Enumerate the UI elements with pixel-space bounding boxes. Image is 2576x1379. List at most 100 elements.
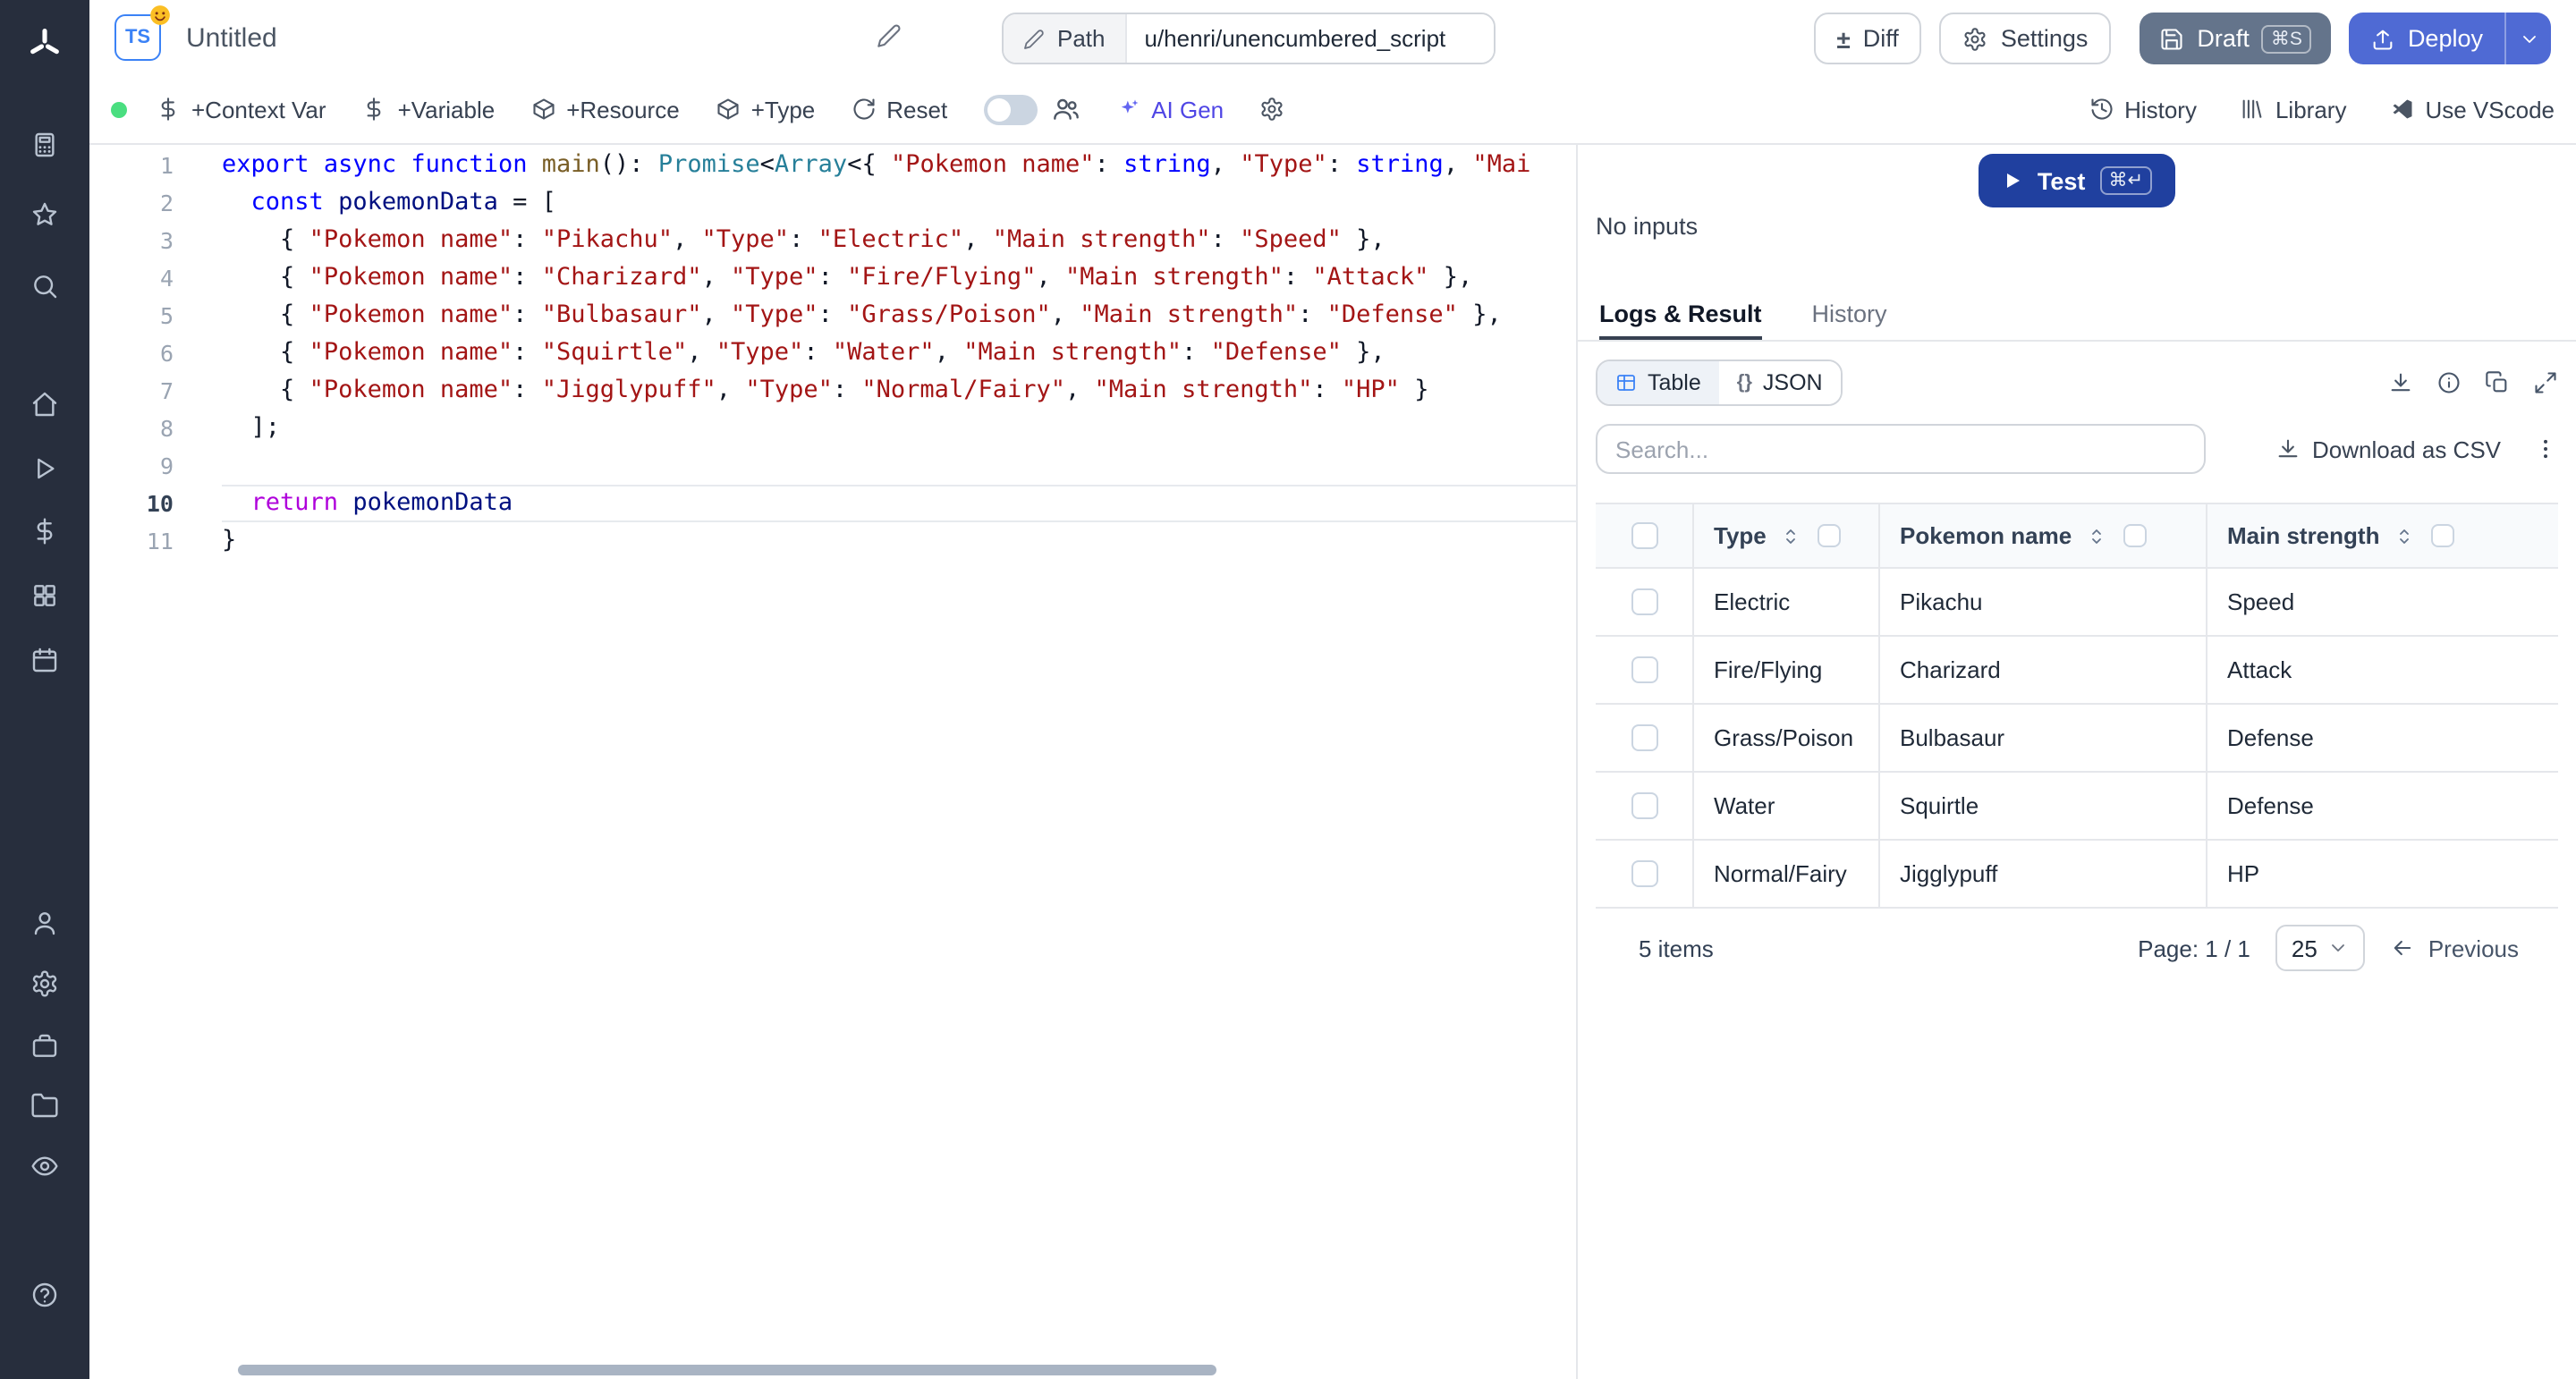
diff-button[interactable]: ± Diff bbox=[1813, 13, 1921, 64]
row-checkbox[interactable] bbox=[1631, 656, 1657, 683]
column-header-pokemon-name[interactable]: Pokemon name bbox=[1900, 522, 2072, 549]
code-line[interactable]: { "Pokemon name": "Squirtle", "Type": "W… bbox=[222, 334, 1576, 372]
row-checkbox[interactable] bbox=[1631, 588, 1657, 615]
row-checkbox[interactable] bbox=[1631, 724, 1657, 751]
editor-settings-gear-icon[interactable] bbox=[1259, 97, 1284, 122]
horizontal-scrollbar[interactable] bbox=[238, 1365, 1216, 1375]
code-lines[interactable]: export async function main(): Promise<Ar… bbox=[222, 147, 1576, 560]
code-line[interactable]: ]; bbox=[222, 410, 1576, 447]
variables-dollar-icon[interactable] bbox=[0, 512, 89, 551]
app-window: TS Untitled Path ± Diff bbox=[0, 0, 2576, 1379]
table-row: Grass/PoisonBulbasaurDefense bbox=[1596, 705, 2558, 773]
tab-history[interactable]: History bbox=[1812, 292, 1887, 340]
download-csv-button[interactable]: Download as CSV bbox=[2275, 436, 2501, 462]
table-cell: Defense bbox=[2206, 705, 2558, 771]
add-variable-button[interactable]: +Variable bbox=[362, 96, 496, 123]
column-filter-checkbox[interactable] bbox=[2431, 524, 2454, 547]
settings-gear-icon[interactable] bbox=[0, 964, 89, 1003]
line-number: 8 bbox=[89, 410, 174, 447]
use-vscode-button[interactable]: Use VScode bbox=[2389, 96, 2555, 123]
select-all-checkbox[interactable] bbox=[1631, 522, 1657, 549]
line-number: 9 bbox=[89, 447, 174, 485]
test-button-label: Test bbox=[2038, 167, 2086, 194]
code-line[interactable] bbox=[222, 447, 1576, 485]
path-group: Path bbox=[1002, 13, 1496, 64]
audit-eye-icon[interactable] bbox=[0, 1146, 89, 1186]
tab-logs-result[interactable]: Logs & Result bbox=[1599, 292, 1762, 340]
table-cell: Speed bbox=[2206, 569, 2558, 635]
deploy-button[interactable]: Deploy bbox=[2349, 13, 2551, 64]
sort-icon[interactable] bbox=[2086, 525, 2107, 546]
help-icon[interactable] bbox=[0, 1275, 89, 1315]
column-filter-checkbox[interactable] bbox=[2123, 524, 2147, 547]
ai-gen-button[interactable]: AI Gen bbox=[1115, 96, 1224, 123]
line-numbers: 1234567891011 bbox=[89, 147, 174, 560]
windmill-logo-icon[interactable] bbox=[0, 21, 89, 68]
home-icon[interactable] bbox=[0, 385, 89, 424]
table-cell: Electric bbox=[1692, 569, 1878, 635]
add-resource-button[interactable]: +Resource bbox=[530, 96, 679, 123]
path-input[interactable] bbox=[1127, 14, 1494, 63]
code-line[interactable]: return pokemonData bbox=[222, 485, 1576, 522]
line-number: 2 bbox=[89, 184, 174, 222]
runs-play-icon[interactable] bbox=[0, 449, 89, 488]
test-button[interactable]: Test ⌘↵ bbox=[1979, 154, 2175, 207]
code-line[interactable]: export async function main(): Promise<Ar… bbox=[222, 147, 1576, 184]
view-toggle-json[interactable]: {} JSON bbox=[1719, 361, 1841, 404]
user-icon[interactable] bbox=[0, 903, 89, 943]
download-icon[interactable] bbox=[2388, 370, 2413, 395]
calculator-icon[interactable] bbox=[0, 125, 89, 165]
code-editor[interactable]: 1234567891011 export async function main… bbox=[89, 145, 1576, 1379]
edit-title-pencil-icon[interactable] bbox=[877, 23, 902, 48]
reset-button[interactable]: Reset bbox=[851, 96, 947, 123]
deploy-button-main[interactable]: Deploy bbox=[2349, 13, 2504, 64]
folders-icon[interactable] bbox=[0, 1086, 89, 1125]
history-button[interactable]: History bbox=[2089, 96, 2197, 123]
workers-briefcase-icon[interactable] bbox=[0, 1027, 89, 1066]
search-icon[interactable] bbox=[0, 266, 89, 306]
result-tabs: Logs & Result History bbox=[1578, 292, 2576, 342]
info-icon[interactable] bbox=[2436, 370, 2462, 395]
deploy-dropdown-toggle[interactable] bbox=[2504, 13, 2551, 64]
search-input[interactable] bbox=[1596, 424, 2206, 474]
column-filter-checkbox[interactable] bbox=[1818, 524, 1842, 547]
table-cell: Water bbox=[1692, 773, 1878, 839]
code-line[interactable]: } bbox=[222, 522, 1576, 560]
kebab-menu[interactable] bbox=[2533, 436, 2558, 461]
draft-button[interactable]: Draft ⌘S bbox=[2140, 13, 2331, 64]
sort-icon[interactable] bbox=[2394, 525, 2415, 546]
page-size-select[interactable]: 25 bbox=[2275, 925, 2366, 971]
result-table-body: ElectricPikachuSpeedFire/FlyingCharizard… bbox=[1596, 569, 2558, 909]
row-checkbox[interactable] bbox=[1631, 860, 1657, 887]
table-cell: Bulbasaur bbox=[1878, 705, 2206, 771]
code-line[interactable]: { "Pokemon name": "Jigglypuff", "Type": … bbox=[222, 372, 1576, 410]
library-button[interactable]: Library bbox=[2240, 96, 2347, 123]
code-line[interactable]: { "Pokemon name": "Pikachu", "Type": "El… bbox=[222, 222, 1576, 259]
main-area: TS Untitled Path ± Diff bbox=[89, 0, 2576, 1379]
resources-boxes-icon[interactable] bbox=[0, 576, 89, 615]
copy-clipboard-icon[interactable] bbox=[2485, 370, 2510, 395]
row-checkbox[interactable] bbox=[1631, 792, 1657, 819]
schedules-calendar-icon[interactable] bbox=[0, 640, 89, 680]
plus-minus-icon: ± bbox=[1836, 26, 1850, 51]
code-line[interactable]: const pokemonData = [ bbox=[222, 184, 1576, 222]
typescript-badge: TS bbox=[114, 14, 161, 61]
braces-icon: {} bbox=[1737, 372, 1752, 393]
deploy-button-label: Deploy bbox=[2408, 25, 2483, 52]
code-line[interactable]: { "Pokemon name": "Bulbasaur", "Type": "… bbox=[222, 297, 1576, 334]
test-shortcut: ⌘↵ bbox=[2099, 166, 2152, 195]
previous-page-button[interactable]: Previous bbox=[2391, 935, 2519, 961]
view-toggle-table[interactable]: Table bbox=[1597, 361, 1719, 404]
settings-button[interactable]: Settings bbox=[1940, 13, 2112, 64]
star-favorites-icon[interactable] bbox=[0, 195, 89, 234]
collab-toggle[interactable] bbox=[983, 94, 1037, 124]
expand-icon[interactable] bbox=[2533, 370, 2558, 395]
path-button[interactable]: Path bbox=[1004, 14, 1127, 63]
column-header-type[interactable]: Type bbox=[1714, 522, 1767, 549]
sort-icon[interactable] bbox=[1781, 525, 1802, 546]
column-header-main-strength[interactable]: Main strength bbox=[2227, 522, 2379, 549]
add-type-button[interactable]: +Type bbox=[716, 96, 816, 123]
code-line[interactable]: { "Pokemon name": "Charizard", "Type": "… bbox=[222, 259, 1576, 297]
add-context-var-button[interactable]: +Context Var bbox=[156, 96, 326, 123]
multiplayer-users-icon[interactable] bbox=[1051, 95, 1080, 123]
